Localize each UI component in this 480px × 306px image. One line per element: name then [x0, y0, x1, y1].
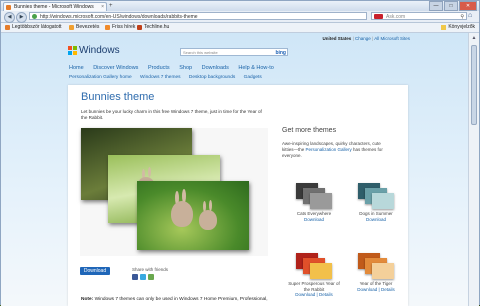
- bing-logo-icon[interactable]: bing: [275, 49, 286, 57]
- sidebar-heading: Get more themes: [282, 127, 337, 134]
- bookmark-item[interactable]: Techline.hu: [137, 23, 169, 32]
- minimize-button[interactable]: —: [429, 1, 443, 11]
- intro-text: Let bunnies be your lucky charm in this …: [81, 109, 262, 120]
- note-label: Note:: [81, 297, 94, 302]
- back-button[interactable]: ◀: [4, 12, 15, 23]
- home-icon[interactable]: ⌂: [468, 12, 476, 20]
- personalization-gallery-link[interactable]: Personalization Gallery: [306, 147, 352, 152]
- close-window-button[interactable]: ✕: [459, 1, 477, 11]
- theme-card-dogs[interactable]: Dogs in Summer Download: [348, 183, 404, 222]
- bookmarks-folder-icon: [441, 25, 447, 30]
- subnav-gallery-home[interactable]: Personalization Gallery home: [69, 75, 132, 80]
- bunny-image: [199, 210, 217, 230]
- sidebar-description: Awe-inspiring landscapes, quirky charact…: [282, 141, 383, 158]
- theme-download-link[interactable]: Download: [348, 217, 404, 223]
- share-label: Share with friends: [132, 267, 169, 272]
- theme-thumbnail[interactable]: [358, 253, 394, 279]
- tab-title: Bunnies theme - Microsoft Windows: [14, 4, 94, 10]
- browser-search-placeholder: Ask.com: [386, 14, 406, 20]
- theme-details-link[interactable]: Details: [319, 292, 333, 297]
- window-controls: — □ ✕: [429, 1, 477, 11]
- bookmark-icon: [5, 25, 10, 30]
- forward-button[interactable]: ▶: [16, 12, 27, 23]
- content-panel: Bunnies theme Let bunnies be your lucky …: [68, 85, 408, 306]
- web-page-viewport: Windows Search this website bing United …: [1, 33, 469, 306]
- change-region-link[interactable]: Change: [355, 36, 371, 41]
- preview-image-3: [137, 181, 249, 250]
- twitter-icon[interactable]: [140, 274, 146, 280]
- rss-icon: [105, 25, 110, 30]
- nav-shop[interactable]: Shop: [179, 65, 192, 71]
- download-button[interactable]: Download: [80, 267, 110, 275]
- email-share-icon[interactable]: [148, 274, 154, 280]
- theme-card-tiger[interactable]: Year of the Tiger Download | Details: [348, 253, 404, 292]
- nav-help[interactable]: Help & How-to: [238, 65, 273, 71]
- theme-details-link[interactable]: Details: [381, 287, 395, 292]
- site-identity-icon[interactable]: [32, 14, 37, 19]
- site-search-placeholder: Search this website: [183, 50, 218, 55]
- close-tab-icon[interactable]: ×: [101, 3, 104, 11]
- site-search-input[interactable]: Search this website bing: [180, 48, 288, 56]
- bunny-image: [171, 201, 193, 227]
- browser-window: Bunnies theme - Microsoft Windows × + — …: [0, 0, 480, 306]
- bookmark-item[interactable]: Bevezetés: [69, 23, 99, 32]
- main-nav: Home Discover Windows Products Shop Down…: [69, 65, 282, 71]
- new-tab-button[interactable]: +: [109, 3, 113, 9]
- maximize-button[interactable]: □: [444, 1, 458, 11]
- theme-name: Super Prosperous Year of the Rabbit: [288, 281, 340, 292]
- browser-tab[interactable]: Bunnies theme - Microsoft Windows ×: [3, 2, 107, 11]
- bookmark-item[interactable]: Legtöbbször látogatott: [5, 23, 61, 32]
- bookmarks-toolbar: Legtöbbször látogatott Bevezetés Friss h…: [1, 23, 479, 33]
- nav-discover[interactable]: Discover Windows: [93, 65, 138, 71]
- nav-products[interactable]: Products: [148, 65, 170, 71]
- windows-logo[interactable]: Windows: [68, 45, 120, 56]
- page: Windows Search this website bing United …: [62, 33, 414, 306]
- theme-download-link[interactable]: Download: [295, 292, 315, 297]
- scrollbar-thumb[interactable]: [471, 45, 477, 125]
- bookmark-item[interactable]: Friss hírek: [105, 23, 135, 32]
- facebook-icon[interactable]: [132, 274, 138, 280]
- browser-search-input[interactable]: Ask.com ⚲: [371, 12, 467, 20]
- nav-downloads[interactable]: Downloads: [202, 65, 229, 71]
- all-sites-link[interactable]: All Microsoft Sites: [374, 36, 410, 41]
- page-title: Bunnies theme: [81, 91, 155, 103]
- windows-flag-icon: [68, 46, 77, 55]
- theme-thumbnail[interactable]: [296, 183, 332, 209]
- region-label: United States: [322, 36, 352, 41]
- firefox-favicon-icon: [6, 5, 11, 10]
- region-selector: United States | Change | All Microsoft S…: [322, 36, 410, 41]
- subnav-themes[interactable]: Windows 7 themes: [140, 75, 181, 80]
- theme-download-link[interactable]: Download: [357, 287, 377, 292]
- bookmarks-menu[interactable]: Könyvjelzők: [441, 23, 475, 32]
- title-bar: Bunnies theme - Microsoft Windows × + — …: [1, 1, 479, 11]
- address-bar[interactable]: http://windows.microsoft.com/en-US/windo…: [29, 12, 367, 20]
- ask-engine-icon[interactable]: [374, 14, 383, 19]
- navigation-toolbar: ◀ ▶ http://windows.microsoft.com/en-US/w…: [1, 11, 479, 23]
- bookmark-icon: [69, 25, 74, 30]
- vertical-scrollbar[interactable]: ▲: [468, 33, 479, 306]
- note-text: Windows 7 themes can only be used in Win…: [93, 297, 268, 302]
- bookmark-icon: [137, 25, 142, 30]
- share-icons: [132, 274, 154, 280]
- theme-download-link[interactable]: Download: [286, 217, 342, 223]
- search-icon[interactable]: ⚲: [460, 13, 464, 21]
- theme-thumbnail[interactable]: [358, 183, 394, 209]
- subnav-gadgets[interactable]: Gadgets: [244, 75, 262, 80]
- url-text: http://windows.microsoft.com/en-US/windo…: [40, 14, 198, 20]
- theme-card-cats[interactable]: Cats Everywhere Download: [286, 183, 342, 222]
- nav-home[interactable]: Home: [69, 65, 84, 71]
- compatibility-note: Note: Windows 7 themes can only be used …: [81, 297, 268, 302]
- theme-card-prosperous-rabbit[interactable]: Super Prosperous Year of the Rabbit Down…: [286, 253, 342, 298]
- logo-text: Windows: [79, 45, 120, 56]
- sub-nav: Personalization Gallery home Windows 7 t…: [69, 75, 269, 80]
- subnav-backgrounds[interactable]: Desktop backgrounds: [189, 75, 235, 80]
- scroll-up-icon[interactable]: ▲: [470, 35, 478, 42]
- theme-thumbnail[interactable]: [296, 253, 332, 279]
- bunny-ear: [148, 167, 151, 177]
- theme-preview: [80, 128, 268, 256]
